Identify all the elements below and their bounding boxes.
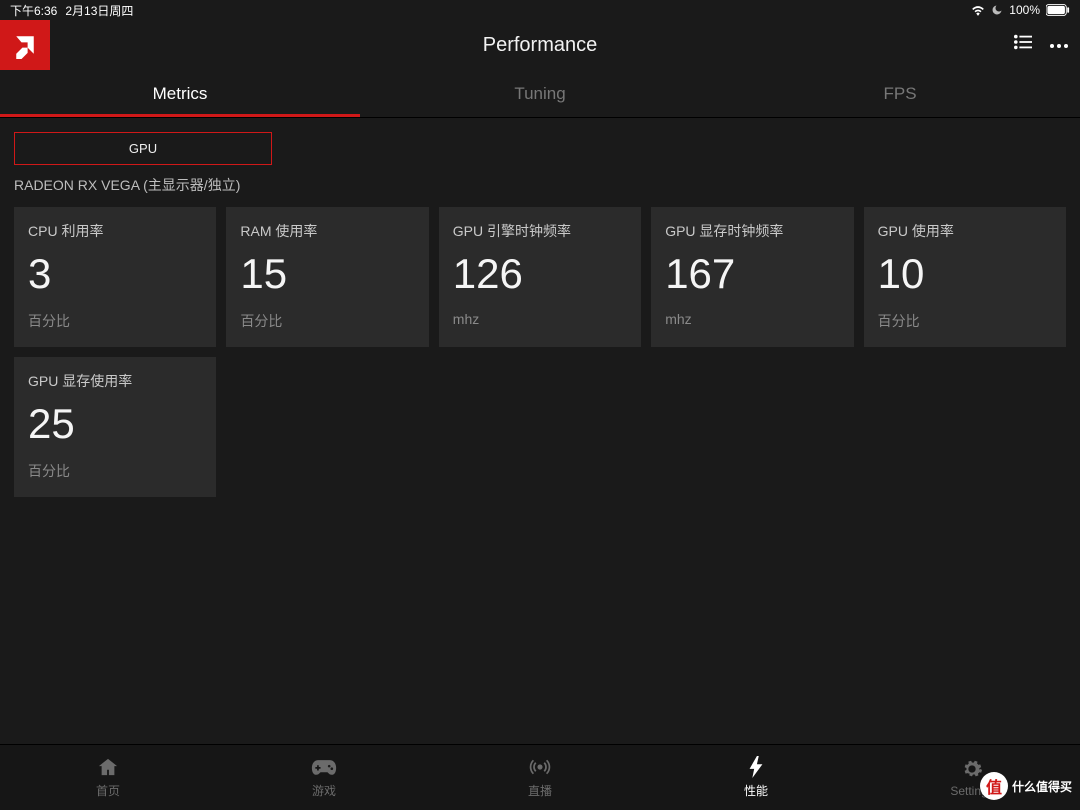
- status-battery-percent: 100%: [1009, 3, 1040, 17]
- metrics-grid: CPU 利用率 3 百分比 RAM 使用率 15 百分比 GPU 引擎时钟频率 …: [0, 207, 1080, 497]
- tab-label: FPS: [883, 84, 916, 104]
- page-title: Performance: [0, 34, 1080, 57]
- home-icon: [97, 756, 119, 778]
- nav-stream[interactable]: 直播: [432, 745, 648, 810]
- battery-icon: [1046, 4, 1070, 16]
- status-date: 2月13日周四: [65, 2, 133, 19]
- gamepad-icon: [311, 756, 337, 778]
- metric-value: 15: [240, 251, 414, 297]
- gpu-chip[interactable]: GPU: [14, 132, 272, 165]
- tabs: Metrics Tuning FPS: [0, 74, 1080, 118]
- metric-card[interactable]: CPU 利用率 3 百分比: [14, 207, 216, 347]
- tab-fps[interactable]: FPS: [720, 74, 1080, 117]
- nav-label: 游戏: [312, 782, 336, 799]
- bolt-icon: [749, 756, 763, 778]
- gpu-chip-label: GPU: [129, 141, 157, 156]
- wifi-icon: [971, 4, 985, 16]
- metric-unit: mhz: [665, 311, 839, 327]
- nav-label: 首页: [96, 782, 120, 799]
- tab-label: Tuning: [514, 84, 565, 104]
- metric-unit: 百分比: [240, 311, 414, 331]
- app-header: Performance: [0, 20, 1080, 74]
- moon-icon: [991, 4, 1003, 16]
- device-label: RADEON RX VEGA (主显示器/独立): [0, 175, 1080, 207]
- metric-unit: 百分比: [28, 461, 202, 481]
- watermark-text: 什么值得买: [1012, 778, 1072, 795]
- metric-card[interactable]: GPU 显存使用率 25 百分比: [14, 357, 216, 497]
- metric-card[interactable]: GPU 显存时钟频率 167 mhz: [651, 207, 853, 347]
- status-time: 下午6:36: [10, 2, 57, 19]
- tab-tuning[interactable]: Tuning: [360, 74, 720, 117]
- tab-label: Metrics: [153, 84, 208, 104]
- more-icon[interactable]: [1050, 36, 1068, 54]
- metric-value: 126: [453, 251, 627, 297]
- metric-value: 25: [28, 401, 202, 447]
- metric-title: CPU 利用率: [28, 221, 202, 241]
- nav-games[interactable]: 游戏: [216, 745, 432, 810]
- nav-home[interactable]: 首页: [0, 745, 216, 810]
- metric-card[interactable]: GPU 使用率 10 百分比: [864, 207, 1066, 347]
- metric-title: GPU 使用率: [878, 221, 1052, 241]
- watermark-badge: 值: [980, 772, 1008, 800]
- bottom-nav: 首页 游戏 直播 性能 Settings: [0, 744, 1080, 810]
- nav-performance[interactable]: 性能: [648, 745, 864, 810]
- metric-title: GPU 显存使用率: [28, 371, 202, 391]
- tab-metrics[interactable]: Metrics: [0, 74, 360, 117]
- metric-title: GPU 显存时钟频率: [665, 221, 839, 241]
- status-bar: 下午6:36 2月13日周四 100%: [0, 0, 1080, 20]
- metric-title: RAM 使用率: [240, 221, 414, 241]
- list-icon[interactable]: [1014, 34, 1032, 55]
- metric-value: 3: [28, 251, 202, 297]
- metric-value: 10: [878, 251, 1052, 297]
- nav-label: 性能: [744, 782, 768, 799]
- metric-value: 167: [665, 251, 839, 297]
- metric-title: GPU 引擎时钟频率: [453, 221, 627, 241]
- metric-unit: 百分比: [28, 311, 202, 331]
- metric-unit: mhz: [453, 311, 627, 327]
- metric-card[interactable]: RAM 使用率 15 百分比: [226, 207, 428, 347]
- nav-label: 直播: [528, 782, 552, 799]
- broadcast-icon: [528, 756, 552, 778]
- metric-card[interactable]: GPU 引擎时钟频率 126 mhz: [439, 207, 641, 347]
- metric-unit: 百分比: [878, 311, 1052, 331]
- watermark: 值 什么值得买: [980, 772, 1072, 800]
